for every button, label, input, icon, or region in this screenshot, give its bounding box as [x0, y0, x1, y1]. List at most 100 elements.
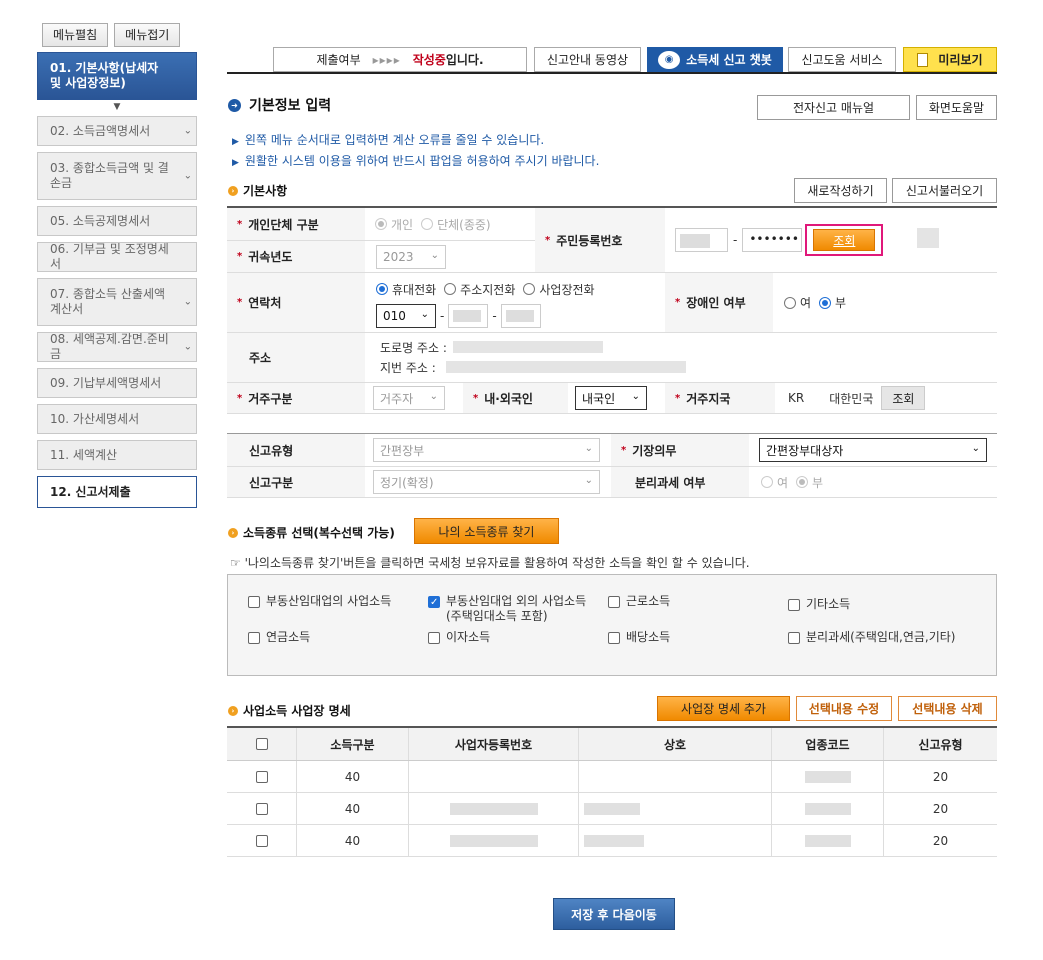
chatbot-button[interactable]: ◉ 소득세 신고 챗봇	[647, 47, 783, 72]
checkbox-icon[interactable]	[428, 595, 440, 610]
income-item[interactable]: 연금소득	[248, 630, 310, 645]
chevron-down-icon[interactable]: ⌄	[184, 169, 192, 184]
sidebar-item-total-income[interactable]: 03. 종합소득금액 및 결손금 ⌄	[37, 152, 197, 200]
new-write-button[interactable]: 새로작성하기	[794, 178, 887, 203]
income-item[interactable]: 기타소득	[788, 597, 850, 612]
type-radio-group: 개인 단체(종중)	[375, 208, 535, 240]
report-type-form: 신고유형 간편장부 ⌄ * 기장의무 간편장부대상자 ⌄ 신고구분 정기(확정) ⌄ 분…	[227, 433, 997, 498]
select-value: 거주자	[380, 391, 414, 406]
sidebar-item-label: 11. 세액계산	[50, 447, 118, 462]
checkbox-icon[interactable]	[428, 632, 440, 644]
income-item[interactable]: 배당소득	[608, 630, 670, 645]
income-item[interactable]: 부동산임대업 외의 사업소득(주택임대소득 포함)	[428, 594, 586, 624]
chevron-down-icon[interactable]: ⌄	[184, 340, 192, 355]
row-checkbox[interactable]	[255, 802, 268, 815]
chevron-down-icon[interactable]: ⌄	[184, 295, 192, 310]
load-report-button[interactable]: 신고서불러오기	[892, 178, 997, 203]
table-row[interactable]: 40 20	[227, 825, 997, 857]
disabled-label: * 장애인 여부	[665, 273, 773, 332]
chevron-down-icon: ⌄	[631, 391, 640, 402]
page-title: ➜ 기본정보 입력	[228, 95, 331, 115]
label-text: 내·외국인	[484, 391, 533, 406]
sidebar-item-income-deduction[interactable]: 05. 소득공제명세서	[37, 206, 197, 236]
income-type-cell: 40	[297, 825, 409, 856]
lookup-highlight: 조회	[805, 224, 884, 256]
disabled-yes-radio[interactable]: 여	[784, 294, 811, 311]
label-text: 기장의무	[632, 443, 677, 458]
country-name: 대한민국	[829, 391, 874, 406]
country-lookup-button[interactable]: 조회	[881, 386, 926, 410]
nationality-select[interactable]: 내국인 ⌄	[575, 386, 647, 410]
menu-expand-button[interactable]: 메뉴펼침	[42, 23, 109, 47]
separate-no-radio[interactable]: 부	[796, 474, 823, 491]
preview-button[interactable]: 미리보기	[903, 47, 997, 72]
sidebar-item-income-amount[interactable]: 02. 소득금액명세서 ⌄	[37, 116, 197, 146]
table-header: 소득구분 사업자등록번호 상호 업종코드 신고유형	[227, 728, 997, 761]
residence-select[interactable]: 거주자 ⌄	[373, 386, 445, 410]
country-code: KR	[788, 391, 805, 405]
status-suffix: 입니다.	[445, 53, 484, 67]
find-income-type-button[interactable]: 나의 소득종류 찾기	[414, 518, 559, 544]
manual-button[interactable]: 전자신고 매뉴얼	[757, 95, 910, 120]
mobile-radio[interactable]: 휴대전화	[376, 281, 436, 298]
sidebar-item-tax-credit[interactable]: 08. 세액공제.감면.준비금 ⌄	[37, 332, 197, 362]
type-individual-radio[interactable]: 개인	[375, 216, 413, 233]
chevron-down-icon[interactable]: ⌄	[184, 124, 192, 139]
select-all-checkbox[interactable]	[255, 738, 268, 750]
row-checkbox[interactable]	[255, 770, 268, 783]
report-type-select[interactable]: 간편장부 ⌄	[373, 438, 600, 462]
rrn-back-input[interactable]: •••••••	[742, 228, 803, 252]
sidebar-item-donation[interactable]: 06. 기부금 및 조정명세서	[37, 242, 197, 272]
chevron-down-icon: ⌄	[584, 475, 593, 486]
delete-selected-button[interactable]: 선택내용 삭제	[898, 696, 997, 721]
rrn-inputs: - ••••••• 조회	[675, 208, 905, 272]
business-section-title: › 사업소득 사업장 명세	[228, 702, 351, 719]
phone-middle-input[interactable]	[448, 304, 489, 328]
help-service-button[interactable]: 신고도움 서비스	[788, 47, 896, 72]
year-select[interactable]: 2023 ⌄	[376, 244, 446, 269]
checkbox-icon[interactable]	[788, 632, 800, 644]
checkbox-icon[interactable]	[608, 632, 620, 644]
sidebar-item-additional-tax[interactable]: 10. 가산세명세서	[37, 404, 197, 434]
phone-last-input[interactable]	[500, 304, 541, 328]
triangle-right-icon: ▶	[232, 137, 239, 147]
screen-help-button[interactable]: 화면도움말	[916, 95, 997, 120]
sidebar-item-prepaid-tax[interactable]: 09. 기납부세액명세서	[37, 368, 197, 398]
sidebar-item-submit[interactable]: 12. 신고서제출	[37, 476, 197, 508]
table-row[interactable]: 40 20	[227, 761, 997, 793]
rrn-front-input[interactable]	[675, 228, 728, 252]
phone-type-radios: 휴대전화 주소지전화 사업장전화	[376, 279, 676, 299]
save-next-button[interactable]: 저장 후 다음이동	[553, 898, 675, 930]
checkbox-icon[interactable]	[248, 632, 260, 644]
sidebar-item-tax-calculation[interactable]: 11. 세액계산	[37, 440, 197, 470]
disabled-no-radio[interactable]: 부	[819, 294, 846, 311]
home-phone-radio[interactable]: 주소지전화	[444, 281, 515, 298]
sidebar-item-basic-info[interactable]: 01. 기본사항(납세자 및 사업장정보)	[37, 52, 197, 100]
add-business-button[interactable]: 사업장 명세 추가	[657, 696, 790, 721]
income-item[interactable]: 분리과세(주택임대,연금,기타)	[788, 630, 955, 645]
income-item[interactable]: 이자소득	[428, 630, 490, 645]
edit-selected-button[interactable]: 선택내용 수정	[796, 696, 892, 721]
checkbox-icon[interactable]	[248, 596, 260, 608]
type-group-radio[interactable]: 단체(종중)	[421, 216, 491, 233]
sidebar-item-tax-calc[interactable]: 07. 종합소득 산출세액계산서 ⌄	[37, 278, 197, 326]
bookkeeping-select[interactable]: 간편장부대상자 ⌄	[759, 438, 987, 462]
income-item[interactable]: 근로소득	[608, 594, 670, 609]
guide-video-button[interactable]: 신고안내 동영상	[534, 47, 641, 72]
phone-prefix-select[interactable]: 010 ⌄	[376, 304, 436, 328]
header-company-name: 상호	[579, 728, 772, 760]
income-item[interactable]: 부동산임대업의 사업소득	[248, 594, 391, 609]
menu-collapse-button[interactable]: 메뉴접기	[114, 23, 181, 47]
label-text: 귀속년도	[248, 250, 293, 264]
rrn-lookup-button[interactable]: 조회	[813, 229, 876, 251]
chevron-down-icon: ⌄	[584, 443, 593, 454]
checkbox-icon[interactable]	[608, 596, 620, 608]
business-phone-radio[interactable]: 사업장전화	[523, 281, 595, 298]
row-checkbox[interactable]	[255, 834, 268, 847]
checkbox-icon[interactable]	[788, 599, 800, 611]
separate-yes-radio[interactable]: 여	[761, 474, 788, 491]
report-category-select[interactable]: 정기(확정) ⌄	[373, 470, 600, 494]
table-row[interactable]: 40 20	[227, 793, 997, 825]
status-label: 제출여부	[316, 53, 361, 67]
notice-text: 왼쪽 메뉴 순서대로 입력하면 계산 오류를 줄일 수 있습니다.	[244, 133, 545, 147]
